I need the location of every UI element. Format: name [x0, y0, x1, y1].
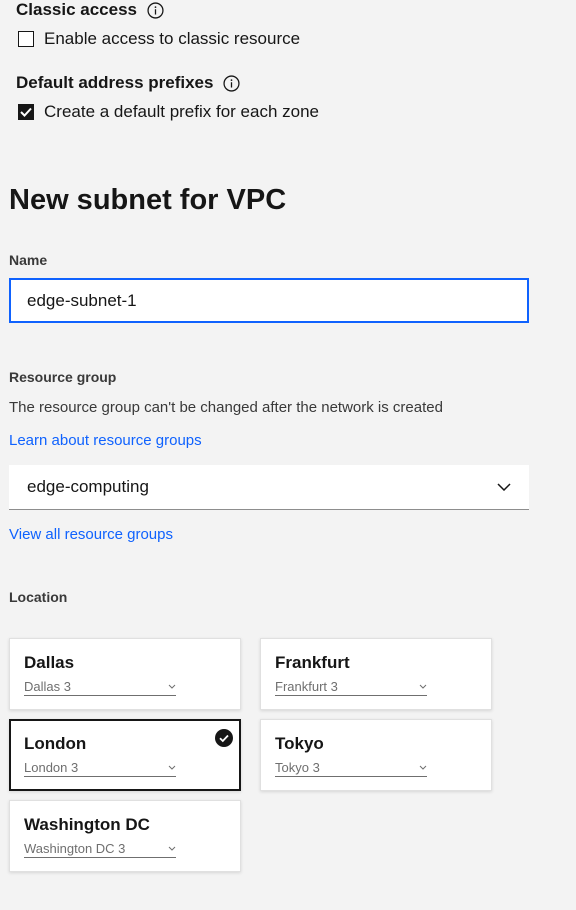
classic-access-checkbox-row[interactable]: Enable access to classic resource [18, 29, 300, 49]
default-prefixes-checkbox[interactable] [18, 104, 34, 120]
location-label: Location [9, 589, 68, 605]
resource-group-helper: The resource group can't be changed afte… [9, 399, 443, 416]
checkmark-icon [20, 107, 32, 117]
classic-access-checkbox-label: Enable access to classic resource [44, 29, 301, 48]
name-input[interactable] [9, 278, 529, 323]
location-tile-london[interactable]: London London 3 [9, 719, 241, 791]
zone-dropdown[interactable]: Dallas 3 [24, 677, 176, 696]
zone-dropdown[interactable]: London 3 [24, 758, 176, 777]
zone-dropdown[interactable]: Frankfurt 3 [275, 677, 427, 696]
location-tile-frankfurt[interactable]: Frankfurt Frankfurt 3 [260, 638, 492, 710]
tile-title: London [24, 734, 87, 753]
default-prefixes-heading: Default address prefixes [16, 73, 241, 93]
resource-group-label: Resource group [9, 369, 117, 385]
zone-value: Dallas 3 [24, 678, 71, 694]
location-tile-dallas[interactable]: Dallas Dallas 3 [9, 638, 241, 710]
resource-group-select[interactable]: edge-computing [9, 465, 529, 510]
classic-access-heading: Classic access [16, 0, 164, 20]
chevron-down-icon [168, 684, 176, 689]
checkmark-filled-icon [215, 729, 233, 747]
default-prefixes-label: Default address prefixes [16, 73, 214, 92]
chevron-down-icon [168, 846, 176, 851]
zone-dropdown[interactable]: Washington DC 3 [24, 839, 176, 858]
default-prefixes-checkbox-label: Create a default prefix for each zone [44, 102, 319, 121]
tile-title: Frankfurt [275, 653, 350, 672]
tile-title: Tokyo [275, 734, 324, 753]
location-tile-washington-dc[interactable]: Washington DC Washington DC 3 [9, 800, 241, 872]
chevron-down-icon [419, 765, 427, 770]
classic-access-label: Classic access [16, 0, 137, 19]
name-label: Name [9, 252, 48, 268]
info-icon[interactable] [147, 1, 164, 19]
tile-title: Dallas [24, 653, 75, 672]
info-icon[interactable] [223, 74, 241, 92]
chevron-down-icon [168, 765, 176, 770]
resource-group-value: edge-computing [27, 477, 149, 496]
zone-value: London 3 [24, 759, 79, 775]
chevron-down-icon [419, 684, 427, 689]
tile-title: Washington DC [24, 815, 150, 834]
zone-value: Frankfurt 3 [275, 678, 338, 694]
view-all-resource-groups-link[interactable]: View all resource groups [9, 526, 173, 543]
classic-access-checkbox[interactable] [18, 31, 34, 47]
chevron-down-icon [497, 483, 511, 491]
learn-resource-groups-link[interactable]: Learn about resource groups [9, 432, 202, 449]
default-prefixes-checkbox-row[interactable]: Create a default prefix for each zone [18, 102, 319, 122]
page-title: New subnet for VPC [9, 184, 287, 216]
zone-dropdown[interactable]: Tokyo 3 [275, 758, 427, 777]
location-tile-tokyo[interactable]: Tokyo Tokyo 3 [260, 719, 492, 791]
zone-value: Tokyo 3 [275, 759, 320, 775]
zone-value: Washington DC 3 [24, 840, 126, 856]
